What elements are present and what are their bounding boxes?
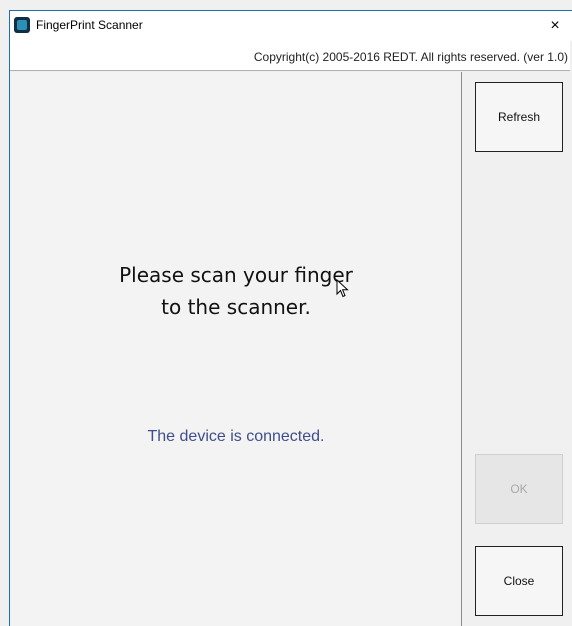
copyright-text: Copyright(c) 2005-2016 REDT. All rights …	[253, 50, 568, 64]
fingerprint-scanner-window: FingerPrint Scanner × Copyright(c) 2005-…	[0, 0, 572, 626]
mouse-pointer-icon	[336, 279, 349, 298]
window-title: FingerPrint Scanner	[36, 18, 143, 32]
ok-button: OK	[475, 454, 563, 524]
window-close-icon[interactable]: ×	[538, 11, 572, 41]
device-status-text: The device is connected.	[147, 428, 325, 445]
fingerprint-app-icon	[14, 17, 30, 33]
scan-prompt-line-2: to the scanner.	[161, 295, 311, 319]
refresh-button[interactable]: Refresh	[475, 82, 563, 152]
close-button[interactable]: Close	[475, 546, 563, 616]
title-bar[interactable]: FingerPrint Scanner ×	[10, 11, 572, 41]
scan-prompt-line-1: Please scan your finger	[119, 263, 353, 287]
button-panel: Refresh OK Close	[463, 72, 572, 626]
copyright-bar: Copyright(c) 2005-2016 REDT. All rights …	[10, 41, 570, 71]
scan-prompt: Please scan your finger to the scanner.	[10, 259, 462, 323]
scan-panel: Please scan your finger to the scanner. …	[10, 72, 462, 626]
